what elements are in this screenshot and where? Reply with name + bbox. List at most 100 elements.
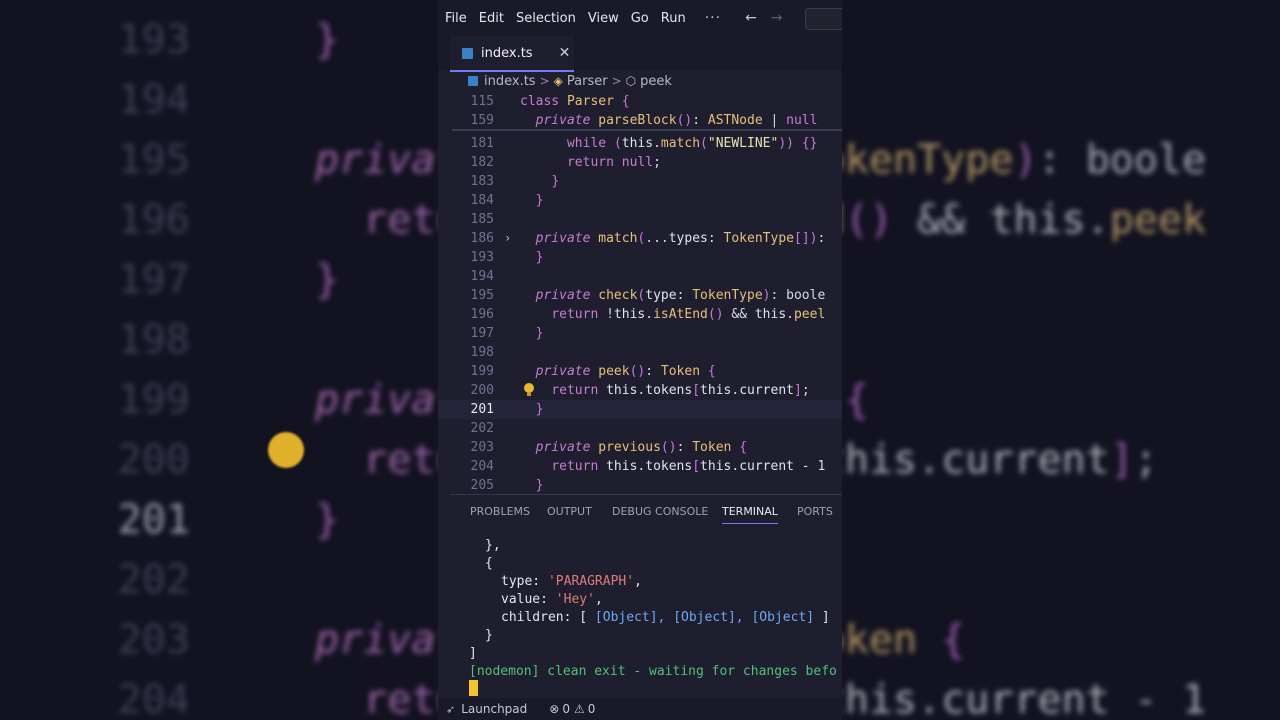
terminal-line: {: [485, 556, 493, 571]
tab-problems[interactable]: PROBLEMS: [470, 505, 530, 518]
menu-go[interactable]: Go: [631, 11, 649, 26]
typescript-file-icon: [468, 76, 478, 86]
lightbulb-base: [527, 393, 531, 396]
line-number: 184: [470, 193, 494, 208]
code-editor[interactable]: 115 class Parser {159 private parseBlock(…: [438, 92, 842, 494]
terminal-key: type:: [501, 574, 548, 589]
blurred-line-number: 196: [117, 197, 190, 243]
menu-view[interactable]: View: [588, 11, 619, 26]
terminal-objects: [Object], [Object], [Object]: [594, 610, 815, 625]
back-arrow-icon[interactable]: ←: [745, 10, 757, 26]
code-line[interactable]: 195 private check(type: TokenType): bool…: [438, 286, 842, 305]
rocket-icon[interactable]: ➶: [446, 703, 455, 716]
terminal-string: 'Hey': [555, 592, 595, 607]
tab-ports[interactable]: PORTS: [797, 505, 833, 518]
code-line[interactable]: 193 }: [438, 248, 842, 267]
code-text: private peek(): Token {: [535, 364, 716, 379]
code-text: }: [535, 193, 544, 208]
code-line[interactable]: 184 }: [438, 191, 842, 210]
tab-terminal[interactable]: TERMINAL: [722, 505, 778, 524]
sticky-scroll-line[interactable]: 115 class Parser {: [438, 92, 842, 111]
terminal-cursor: [469, 680, 478, 696]
code-line[interactable]: 205 }: [438, 476, 842, 494]
launchpad-label[interactable]: Launchpad: [461, 702, 527, 716]
code-line[interactable]: 194: [438, 267, 842, 286]
editor-window: File Edit Selection View Go Run ··· ← → …: [438, 0, 842, 720]
code-line[interactable]: 186 private match(...types: TokenType[])…: [438, 229, 842, 248]
error-count[interactable]: 0: [562, 702, 570, 716]
code-line[interactable]: 185: [438, 210, 842, 229]
code-text: }: [535, 402, 544, 417]
code-line[interactable]: 200 return this.tokens[this.current];: [438, 381, 842, 400]
terminal-line: ]: [469, 646, 477, 661]
code-line[interactable]: 197 }: [438, 324, 842, 343]
lightbulb-icon[interactable]: [524, 383, 534, 393]
code-line[interactable]: 204 return this.tokens[this.current - 1: [438, 457, 842, 476]
code-text: }: [535, 326, 544, 341]
code-line[interactable]: 202: [438, 419, 842, 438]
code-line[interactable]: 199 private peek(): Token {: [438, 362, 842, 381]
terminal-line: },: [485, 538, 501, 553]
close-icon[interactable]: ✕: [559, 45, 571, 61]
command-center-search[interactable]: [805, 8, 842, 30]
tab-output[interactable]: OUTPUT: [547, 505, 592, 518]
blurred-line-number: 193: [117, 17, 190, 63]
menu-file[interactable]: File: [445, 11, 467, 26]
code-line[interactable]: 196 return !this.isAtEnd() && this.peel: [438, 305, 842, 324]
tab-debug-console[interactable]: DEBUG CONSOLE: [612, 505, 708, 518]
code-line[interactable]: 198: [438, 343, 842, 362]
blurred-line-number: 200: [117, 437, 190, 483]
line-number: 202: [470, 421, 494, 436]
tab-index-ts[interactable]: index.ts ✕: [450, 36, 574, 72]
code-text: while (this.match("NEWLINE")) {}: [566, 136, 818, 151]
line-number: 205: [470, 478, 494, 493]
blurred-line-number: 204: [117, 677, 190, 720]
line-number: 193: [470, 250, 494, 265]
blurred-line-number: 202: [117, 557, 190, 603]
code-text: }: [535, 478, 544, 493]
blurred-code-text: }: [315, 497, 340, 543]
code-line[interactable]: 183 }: [438, 172, 842, 191]
panel-tabs: PROBLEMS OUTPUT DEBUG CONSOLE TERMINAL P…: [438, 495, 842, 525]
line-number: 182: [470, 155, 494, 170]
line-number: 197: [470, 326, 494, 341]
menu-run[interactable]: Run: [661, 11, 686, 26]
line-number: 203: [470, 440, 494, 455]
code-line[interactable]: 181 while (this.match("NEWLINE")) {}: [438, 134, 842, 153]
terminal-string: 'PARAGRAPH': [547, 574, 635, 589]
breadcrumb-separator: >: [611, 74, 622, 88]
blurred-code-text: }: [315, 257, 340, 303]
blurred-line-number: 199: [117, 377, 190, 423]
error-icon[interactable]: ⊗: [549, 702, 559, 716]
sticky-scroll-line[interactable]: 159 private parseBlock(): ASTNode | null: [438, 111, 842, 130]
line-number: 194: [470, 269, 494, 284]
menu-edit[interactable]: Edit: [479, 11, 504, 26]
terminal-key: value:: [501, 592, 556, 607]
class-symbol-icon: ◈: [553, 74, 563, 88]
warning-icon[interactable]: ⚠: [574, 702, 585, 716]
terminal-output[interactable]: }, { type: 'PARAGRAPH', value: 'Hey', ch…: [438, 535, 842, 696]
breadcrumb-method[interactable]: peek: [640, 74, 672, 89]
breadcrumb-separator: >: [539, 74, 550, 88]
code-text: return this.tokens[this.current];: [551, 383, 810, 398]
forward-arrow-icon[interactable]: →: [771, 10, 783, 26]
blurred-line-number: 195: [117, 137, 190, 183]
terminal-line: children: [ [Object], [Object], [Object]…: [501, 609, 830, 627]
typescript-file-icon: [462, 47, 473, 59]
warning-count[interactable]: 0: [588, 702, 596, 716]
line-number: 200: [470, 383, 494, 398]
status-bar: ➶ Launchpad ⊗ 0 ⚠ 0: [438, 698, 842, 720]
fold-chevron-icon[interactable]: ›: [504, 229, 511, 248]
blurred-line-number: 198: [117, 317, 190, 363]
menu-selection[interactable]: Selection: [516, 11, 576, 26]
line-number: 199: [470, 364, 494, 379]
more-menu-icon[interactable]: ···: [705, 10, 721, 26]
line-number: 181: [470, 136, 494, 151]
code-line[interactable]: 182 return null;: [438, 153, 842, 172]
line-number: 115: [470, 94, 494, 109]
code-line[interactable]: 203 private previous(): Token {: [438, 438, 842, 457]
breadcrumb-file[interactable]: index.ts: [484, 74, 536, 89]
menu-bar: File Edit Selection View Go Run ··· ← →: [438, 0, 842, 36]
code-line[interactable]: 201 }: [438, 400, 842, 419]
breadcrumb-class[interactable]: Parser: [567, 74, 608, 89]
